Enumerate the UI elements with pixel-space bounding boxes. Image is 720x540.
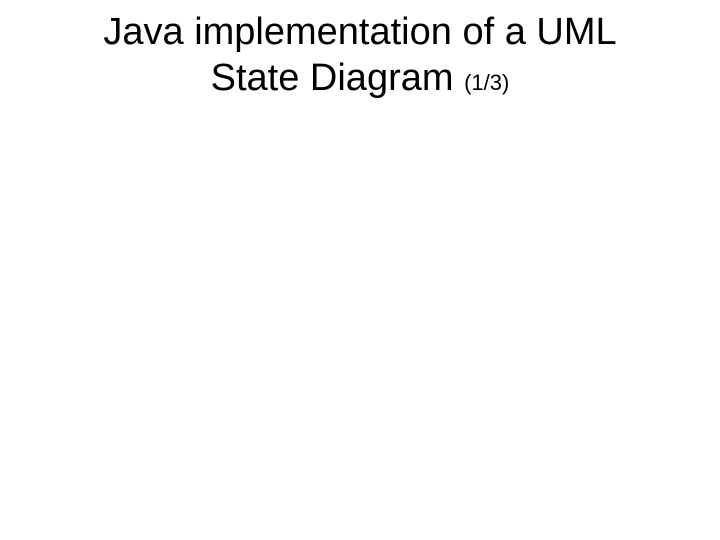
title-line-2: State Diagram (1/3) — [0, 56, 720, 102]
slide: Java implementation of a UML State Diagr… — [0, 0, 720, 540]
title-line-1: Java implementation of a UML — [0, 10, 720, 56]
page-indicator: (1/3) — [464, 70, 509, 95]
title-line-2-text: State Diagram — [211, 57, 464, 99]
slide-title: Java implementation of a UML State Diagr… — [0, 10, 720, 101]
